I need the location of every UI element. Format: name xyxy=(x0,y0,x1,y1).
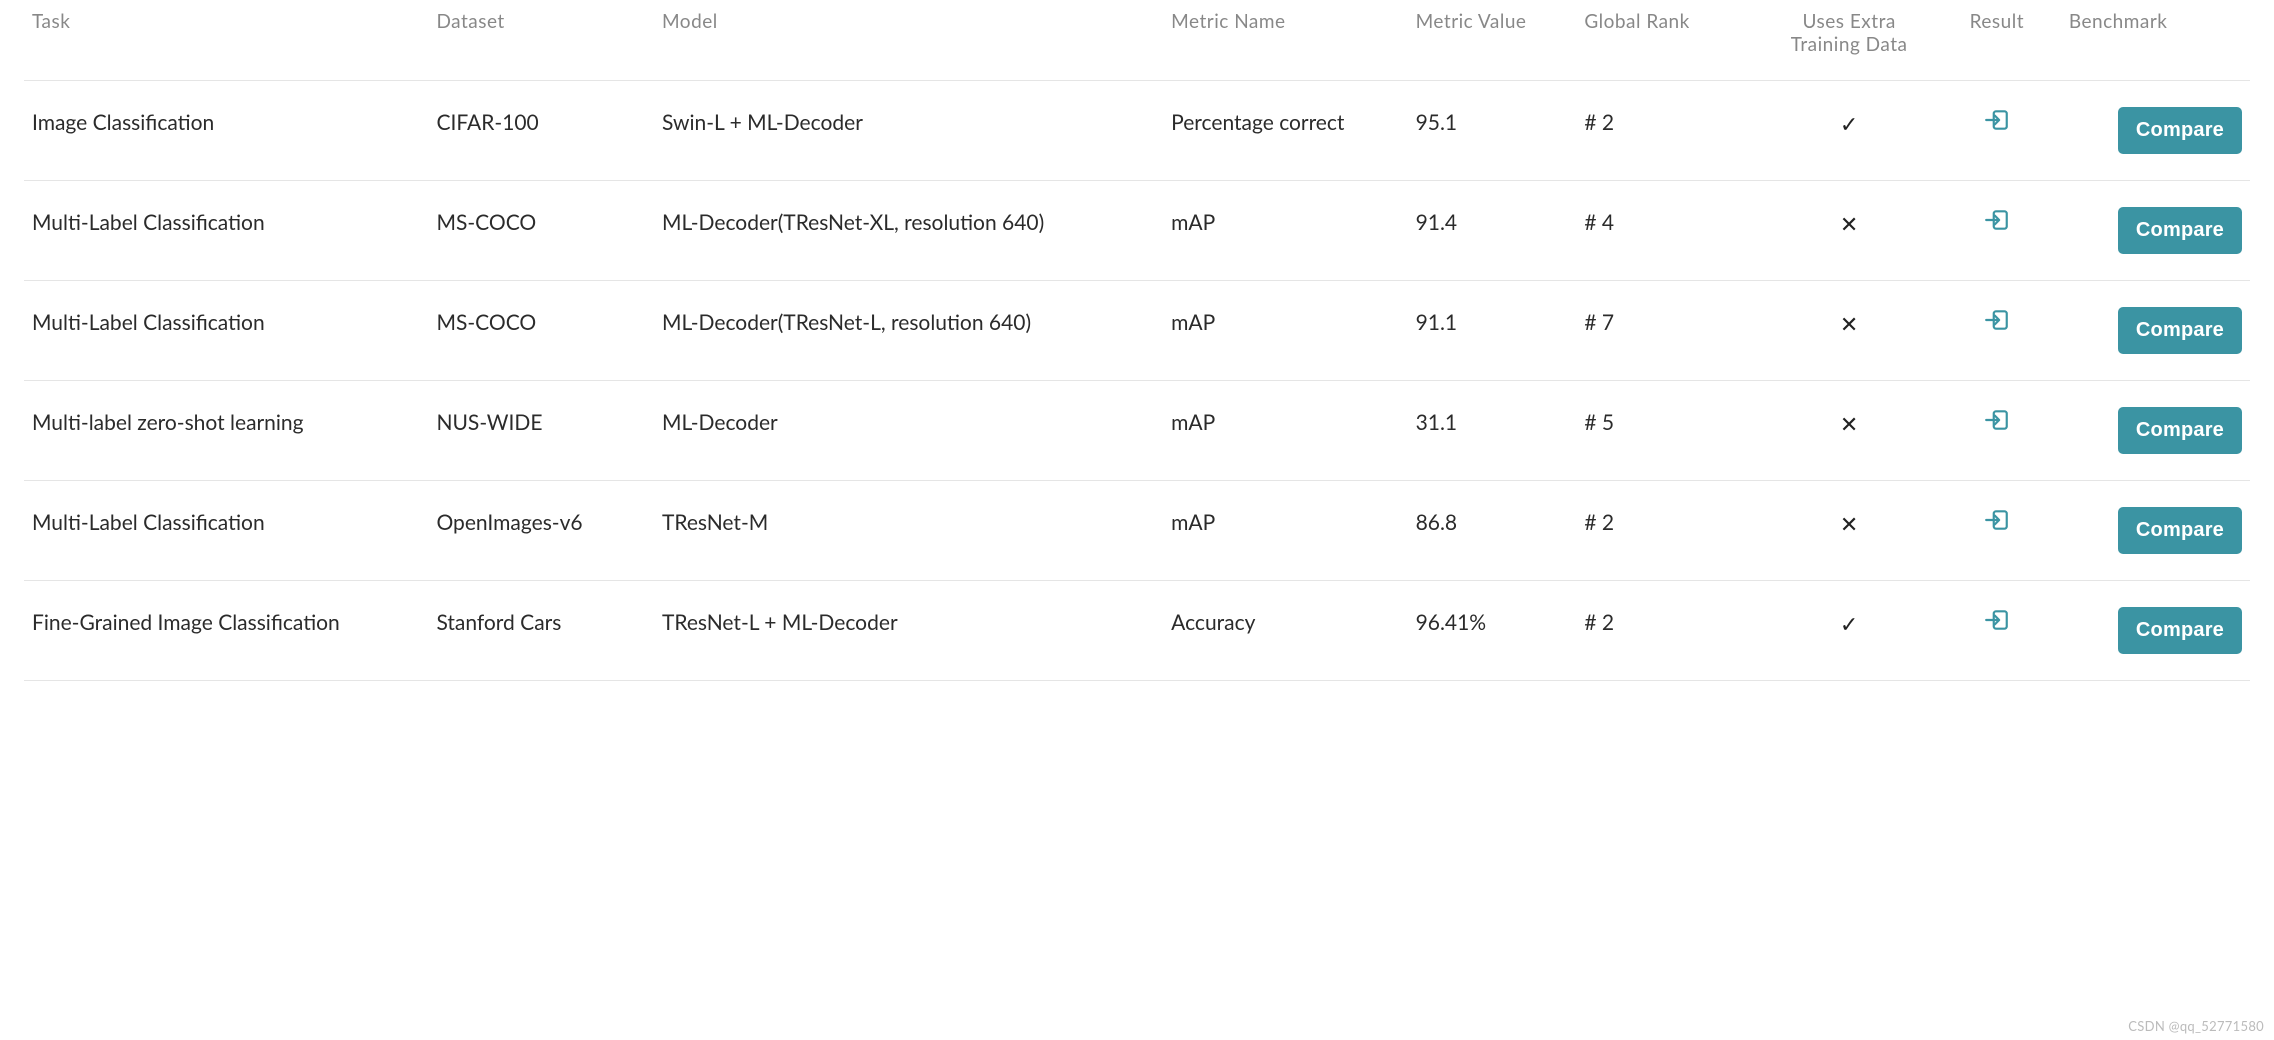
cell-metric-name: mAP xyxy=(1163,181,1407,281)
x-icon: ✕ xyxy=(1840,510,1858,537)
cell-model[interactable]: ML-Decoder(TResNet-L, resolution 640) xyxy=(654,281,1163,381)
compare-button[interactable]: Compare xyxy=(2118,607,2242,654)
x-icon: ✕ xyxy=(1840,310,1858,337)
table-row: Fine-Grained Image ClassificationStanfor… xyxy=(24,581,2250,681)
cell-benchmark: Compare xyxy=(2061,281,2250,381)
cell-task[interactable]: Multi-Label Classification xyxy=(24,181,428,281)
header-task[interactable]: Task xyxy=(24,0,428,81)
cell-model[interactable]: TResNet-L + ML-Decoder xyxy=(654,581,1163,681)
x-icon: ✕ xyxy=(1840,410,1858,437)
cell-result[interactable] xyxy=(1933,481,2061,581)
cell-metric-name: Accuracy xyxy=(1163,581,1407,681)
compare-button[interactable]: Compare xyxy=(2118,307,2242,354)
cell-benchmark: Compare xyxy=(2061,81,2250,181)
table-row: Image ClassificationCIFAR-100Swin-L + ML… xyxy=(24,81,2250,181)
cell-extra-data: ✓ xyxy=(1765,81,1932,181)
cell-task[interactable]: Multi-Label Classification xyxy=(24,481,428,581)
cell-global-rank[interactable]: # 4 xyxy=(1576,181,1765,281)
cell-extra-data: ✓ xyxy=(1765,581,1932,681)
cell-extra-data: ✕ xyxy=(1765,381,1932,481)
cell-global-rank[interactable]: # 2 xyxy=(1576,81,1765,181)
cell-model[interactable]: Swin-L + ML-Decoder xyxy=(654,81,1163,181)
cell-dataset[interactable]: CIFAR-100 xyxy=(428,81,654,181)
table-header-row: Task Dataset Model Metric Name Metric Va… xyxy=(24,0,2250,81)
cell-metric-value: 31.1 xyxy=(1408,381,1577,481)
header-metric-name[interactable]: Metric Name xyxy=(1163,0,1407,81)
cell-metric-name: mAP xyxy=(1163,281,1407,381)
enter-result-icon[interactable] xyxy=(1984,513,2010,538)
cell-task[interactable]: Fine-Grained Image Classification xyxy=(24,581,428,681)
header-benchmark[interactable]: Benchmark xyxy=(2061,0,2250,81)
header-extra-data[interactable]: Uses Extra Training Data xyxy=(1765,0,1932,81)
cell-result[interactable] xyxy=(1933,181,2061,281)
cell-metric-value: 86.8 xyxy=(1408,481,1577,581)
enter-result-icon[interactable] xyxy=(1984,413,2010,438)
cell-result[interactable] xyxy=(1933,581,2061,681)
cell-benchmark: Compare xyxy=(2061,381,2250,481)
check-icon: ✓ xyxy=(1840,610,1858,637)
cell-result[interactable] xyxy=(1933,81,2061,181)
cell-metric-name: mAP xyxy=(1163,381,1407,481)
cell-task[interactable]: Image Classification xyxy=(24,81,428,181)
cell-dataset[interactable]: NUS-WIDE xyxy=(428,381,654,481)
header-metric-value[interactable]: Metric Value xyxy=(1408,0,1577,81)
header-result[interactable]: Result xyxy=(1933,0,2061,81)
cell-dataset[interactable]: MS-COCO xyxy=(428,281,654,381)
cell-benchmark: Compare xyxy=(2061,581,2250,681)
x-icon: ✕ xyxy=(1840,210,1858,237)
cell-model[interactable]: ML-Decoder(TResNet-XL, resolution 640) xyxy=(654,181,1163,281)
cell-task[interactable]: Multi-label zero-shot learning xyxy=(24,381,428,481)
cell-global-rank[interactable]: # 5 xyxy=(1576,381,1765,481)
enter-result-icon[interactable] xyxy=(1984,213,2010,238)
cell-model[interactable]: ML-Decoder xyxy=(654,381,1163,481)
cell-metric-name: Percentage correct xyxy=(1163,81,1407,181)
enter-result-icon[interactable] xyxy=(1984,613,2010,638)
cell-metric-value: 95.1 xyxy=(1408,81,1577,181)
results-table: Task Dataset Model Metric Name Metric Va… xyxy=(24,0,2250,681)
cell-extra-data: ✕ xyxy=(1765,181,1932,281)
cell-dataset[interactable]: OpenImages-v6 xyxy=(428,481,654,581)
cell-metric-value: 91.1 xyxy=(1408,281,1577,381)
cell-model[interactable]: TResNet-M xyxy=(654,481,1163,581)
cell-metric-value: 96.41% xyxy=(1408,581,1577,681)
cell-extra-data: ✕ xyxy=(1765,481,1932,581)
header-global-rank[interactable]: Global Rank xyxy=(1576,0,1765,81)
cell-result[interactable] xyxy=(1933,281,2061,381)
header-dataset[interactable]: Dataset xyxy=(428,0,654,81)
compare-button[interactable]: Compare xyxy=(2118,407,2242,454)
compare-button[interactable]: Compare xyxy=(2118,207,2242,254)
compare-button[interactable]: Compare xyxy=(2118,107,2242,154)
cell-extra-data: ✕ xyxy=(1765,281,1932,381)
cell-dataset[interactable]: Stanford Cars xyxy=(428,581,654,681)
table-row: Multi-Label ClassificationMS-COCOML-Deco… xyxy=(24,281,2250,381)
table-row: Multi-Label ClassificationOpenImages-v6T… xyxy=(24,481,2250,581)
cell-benchmark: Compare xyxy=(2061,481,2250,581)
table-row: Multi-Label ClassificationMS-COCOML-Deco… xyxy=(24,181,2250,281)
table-row: Multi-label zero-shot learningNUS-WIDEML… xyxy=(24,381,2250,481)
enter-result-icon[interactable] xyxy=(1984,313,2010,338)
cell-metric-value: 91.4 xyxy=(1408,181,1577,281)
cell-global-rank[interactable]: # 2 xyxy=(1576,581,1765,681)
cell-global-rank[interactable]: # 7 xyxy=(1576,281,1765,381)
enter-result-icon[interactable] xyxy=(1984,113,2010,138)
cell-global-rank[interactable]: # 2 xyxy=(1576,481,1765,581)
cell-result[interactable] xyxy=(1933,381,2061,481)
cell-metric-name: mAP xyxy=(1163,481,1407,581)
check-icon: ✓ xyxy=(1840,110,1858,137)
cell-benchmark: Compare xyxy=(2061,181,2250,281)
compare-button[interactable]: Compare xyxy=(2118,507,2242,554)
watermark-text: CSDN @qq_52771580 xyxy=(2128,1018,2264,1034)
header-model[interactable]: Model xyxy=(654,0,1163,81)
cell-task[interactable]: Multi-Label Classification xyxy=(24,281,428,381)
cell-dataset[interactable]: MS-COCO xyxy=(428,181,654,281)
